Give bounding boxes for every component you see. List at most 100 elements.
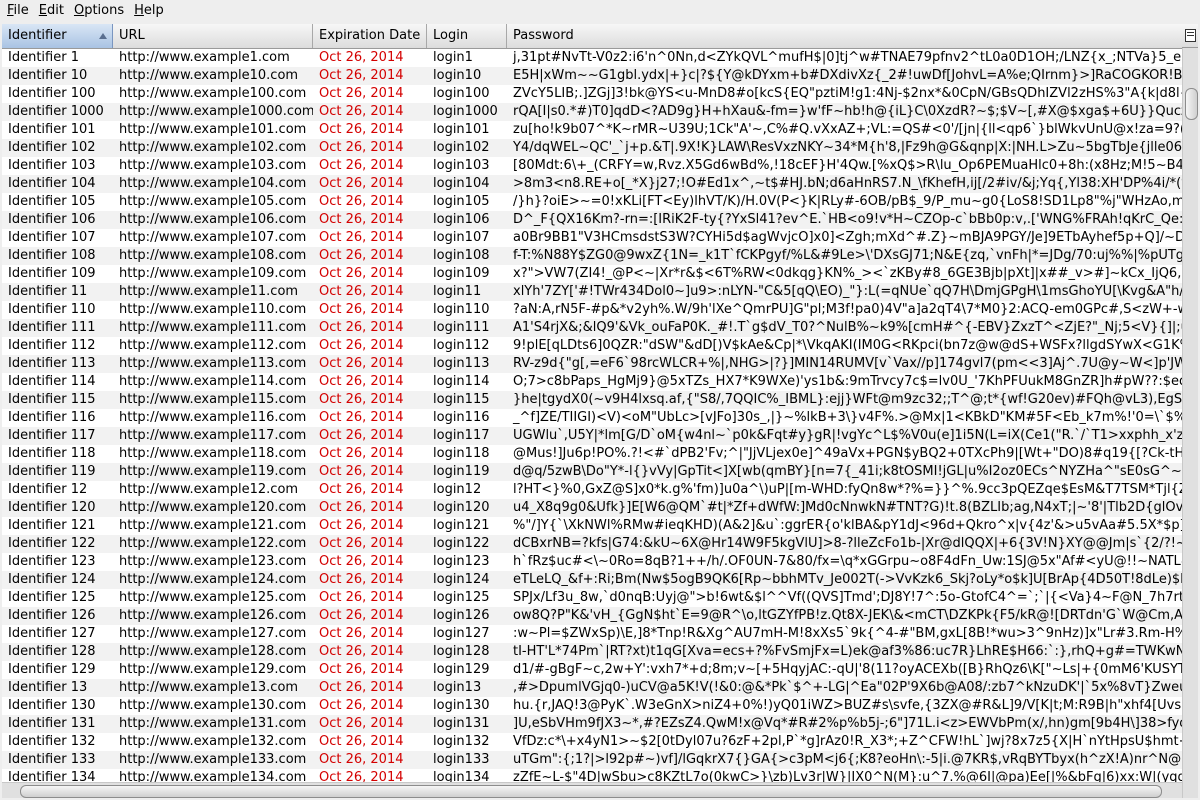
- cell-password: tI-HT'L*74Pm`|RT?xt)t1qG[Xva=ecs+?%FvSmj…: [513, 644, 1182, 659]
- table-row[interactable]: Identifier 111 http://www.example111.com O…: [2, 319, 1182, 337]
- table-row[interactable]: Identifier 130 http://www.example130.com O…: [2, 697, 1182, 715]
- cell-identifier: Identifier 1000: [8, 104, 104, 119]
- cell-login: login120: [433, 500, 490, 515]
- cell-identifier: Identifier 133: [8, 752, 96, 767]
- table-row[interactable]: Identifier 122 http://www.example122.com O…: [2, 535, 1182, 553]
- table-row[interactable]: Identifier 118 http://www.example118.com O…: [2, 445, 1182, 463]
- table-row[interactable]: Identifier 108 http://www.example108.com O…: [2, 247, 1182, 265]
- cell-password: a0Br9BB1"V3HCmsdstS3W?CYHi5d$agWvjcO]x0]…: [513, 230, 1182, 245]
- cell-login: login115: [433, 392, 490, 407]
- table-row[interactable]: Identifier 116 http://www.example116.com O…: [2, 409, 1182, 427]
- table-row[interactable]: Identifier 129 http://www.example129.com O…: [2, 661, 1182, 679]
- vertical-scroll-thumb[interactable]: [1185, 88, 1198, 120]
- cell-expiration-date: Oct 26, 2014: [319, 554, 404, 569]
- horizontal-scroll-thumb[interactable]: [20, 785, 1162, 798]
- cell-login: login130: [433, 698, 490, 713]
- cell-password: VfDz:c*\+x4yN1>~$2[0tDyl07u?6zF+2pl,P`*g…: [513, 734, 1182, 749]
- cell-identifier: Identifier 120: [8, 500, 96, 515]
- vertical-scrollbar[interactable]: [1182, 48, 1198, 798]
- table-row[interactable]: Identifier 126 http://www.example126.com O…: [2, 607, 1182, 625]
- table-row[interactable]: Identifier 10 http://www.example10.com Oct…: [2, 67, 1182, 85]
- cell-password: h`fRz$uc#<\~0Ro=8qB?1++/h/.OF0UN-7&80/fx…: [513, 554, 1182, 569]
- table-row[interactable]: Identifier 114 http://www.example114.com O…: [2, 373, 1182, 391]
- menu-options-mnemonic: O: [73, 3, 85, 18]
- table-row[interactable]: Identifier 131 http://www.example131.com O…: [2, 715, 1182, 733]
- cell-login: login110: [433, 302, 490, 317]
- cell-identifier: Identifier 131: [8, 716, 96, 731]
- cell-identifier: Identifier 13: [8, 680, 88, 695]
- cell-password: eTLeLQ_&f+:Ri;Bm(Nw$5ogB9QK6[Rp~bbhMTv_J…: [513, 572, 1182, 587]
- menu-help[interactable]: Help: [124, 0, 164, 22]
- cell-password: UGWlu`,U5Y|*lm[G/D`oM{w4nl~`p0k&Fqt#y}gR…: [513, 428, 1182, 443]
- cell-expiration-date: Oct 26, 2014: [319, 302, 404, 317]
- table-row[interactable]: Identifier 113 http://www.example113.com O…: [2, 355, 1182, 373]
- menu-help-label: elp: [143, 3, 164, 18]
- column-header-identifier[interactable]: Identifier: [2, 24, 113, 48]
- table-row[interactable]: Identifier 1000 http://www.example1000.co…: [2, 103, 1182, 121]
- table-row[interactable]: Identifier 123 http://www.example123.com O…: [2, 553, 1182, 571]
- cell-expiration-date: Oct 26, 2014: [319, 86, 404, 101]
- table-row[interactable]: Identifier 106 http://www.example106.com O…: [2, 211, 1182, 229]
- cell-login: login131: [433, 716, 490, 731]
- cell-expiration-date: Oct 26, 2014: [319, 680, 404, 695]
- cell-expiration-date: Oct 26, 2014: [319, 158, 404, 173]
- table-row[interactable]: Identifier 119 http://www.example119.com O…: [2, 463, 1182, 481]
- cell-expiration-date: Oct 26, 2014: [319, 572, 404, 587]
- horizontal-scrollbar[interactable]: [2, 782, 1182, 798]
- column-control-button[interactable]: [1182, 24, 1198, 48]
- table-row[interactable]: Identifier 121 http://www.example121.com O…: [2, 517, 1182, 535]
- table-row[interactable]: Identifier 105 http://www.example105.com O…: [2, 193, 1182, 211]
- cell-url: http://www.example110.com: [119, 302, 307, 317]
- table-row[interactable]: Identifier 1 http://www.example1.com Oct 2…: [2, 49, 1182, 67]
- table-row[interactable]: Identifier 117 http://www.example117.com O…: [2, 427, 1182, 445]
- menu-file[interactable]: File: [0, 0, 29, 22]
- table-row[interactable]: Identifier 115 http://www.example115.com O…: [2, 391, 1182, 409]
- table-row[interactable]: Identifier 100 http://www.example100.com O…: [2, 85, 1182, 103]
- cell-identifier: Identifier 116: [8, 410, 96, 425]
- cell-password: ow8Q?P"K&'vH_{GgN$ht`E=9@R^\o,ltGZYfPB!z…: [513, 608, 1182, 623]
- cell-url: http://www.example106.com: [119, 212, 307, 227]
- cell-url: http://www.example118.com: [119, 446, 307, 461]
- table-row[interactable]: Identifier 112 http://www.example112.com O…: [2, 337, 1182, 355]
- column-header-url[interactable]: URL: [113, 24, 313, 48]
- table-row[interactable]: Identifier 132 http://www.example132.com O…: [2, 733, 1182, 751]
- table-row[interactable]: Identifier 128 http://www.example128.com O…: [2, 643, 1182, 661]
- table-row[interactable]: Identifier 12 http://www.example12.com Oct…: [2, 481, 1182, 499]
- table-row[interactable]: Identifier 102 http://www.example102.com O…: [2, 139, 1182, 157]
- cell-url: http://www.example121.com: [119, 518, 307, 533]
- cell-expiration-date: Oct 26, 2014: [319, 410, 404, 425]
- cell-url: http://www.example127.com: [119, 626, 307, 641]
- cell-login: login109: [433, 266, 490, 281]
- table-row[interactable]: Identifier 109 http://www.example109.com O…: [2, 265, 1182, 283]
- table-row[interactable]: Identifier 124 http://www.example124.com O…: [2, 571, 1182, 589]
- cell-identifier: Identifier 1: [8, 50, 79, 65]
- table-row[interactable]: Identifier 110 http://www.example110.com O…: [2, 301, 1182, 319]
- cell-url: http://www.example131.com: [119, 716, 307, 731]
- table-row[interactable]: Identifier 13 http://www.example13.com Oct…: [2, 679, 1182, 697]
- cell-login: login107: [433, 230, 490, 245]
- cell-identifier: Identifier 129: [8, 662, 96, 677]
- column-header-login[interactable]: Login: [427, 24, 507, 48]
- cell-password: zu[ho!k9b07^*K~rMR~U39U;1Ck"A'~,C%#Q.vXx…: [513, 122, 1182, 137]
- table-row[interactable]: Identifier 107 http://www.example107.com O…: [2, 229, 1182, 247]
- cell-identifier: Identifier 107: [8, 230, 96, 245]
- table-row[interactable]: Identifier 133 http://www.example133.com O…: [2, 751, 1182, 769]
- menu-options[interactable]: Options: [64, 0, 124, 22]
- cell-url: http://www.example11.com: [119, 284, 299, 299]
- table-row[interactable]: Identifier 120 http://www.example120.com O…: [2, 499, 1182, 517]
- cell-expiration-date: Oct 26, 2014: [319, 392, 404, 407]
- table-row[interactable]: Identifier 104 http://www.example104.com O…: [2, 175, 1182, 193]
- table-row[interactable]: Identifier 11 http://www.example11.com Oct…: [2, 283, 1182, 301]
- table-row[interactable]: Identifier 103 http://www.example103.com O…: [2, 157, 1182, 175]
- column-header-expiration-date[interactable]: Expiration Date: [313, 24, 427, 48]
- table-row[interactable]: Identifier 125 http://www.example125.com O…: [2, 589, 1182, 607]
- table-row[interactable]: Identifier 127 http://www.example127.com O…: [2, 625, 1182, 643]
- cell-url: http://www.example10.com: [119, 68, 299, 83]
- column-header-password[interactable]: Password: [507, 24, 1182, 48]
- menu-edit[interactable]: Edit: [29, 0, 64, 22]
- cell-expiration-date: Oct 26, 2014: [319, 356, 404, 371]
- table-row[interactable]: Identifier 101 http://www.example101.com O…: [2, 121, 1182, 139]
- cell-password: >8m3<n8.RE+o[_*X}j27;!O#Ed1x^,~t$#HJ.bN;…: [513, 176, 1182, 191]
- cell-identifier: Identifier 108: [8, 248, 96, 263]
- cell-expiration-date: Oct 26, 2014: [319, 428, 404, 443]
